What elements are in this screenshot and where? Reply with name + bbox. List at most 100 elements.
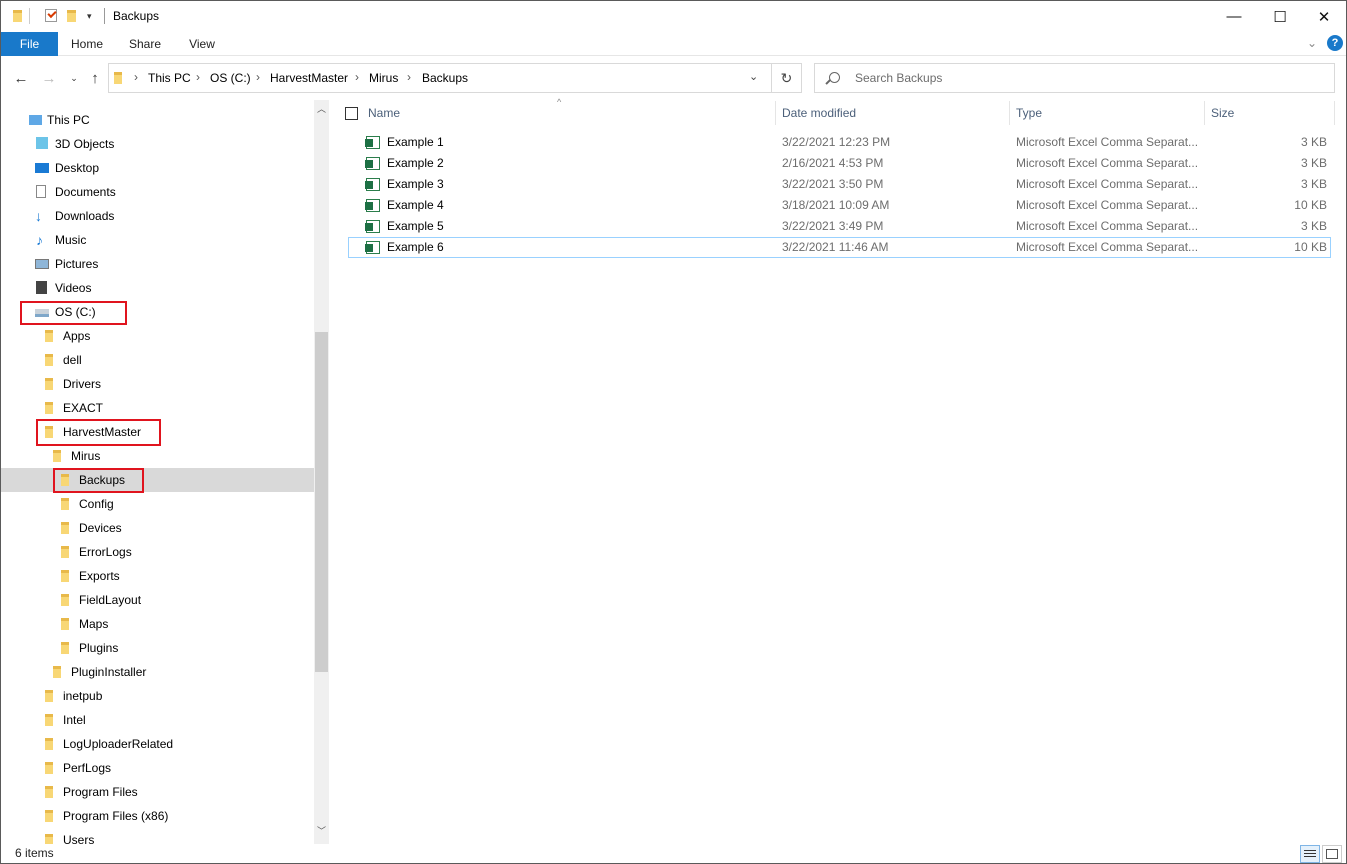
column-header-size[interactable]: Size — [1211, 100, 1331, 126]
folder-icon — [45, 810, 53, 822]
tab-file[interactable]: File — [1, 32, 58, 56]
file-row[interactable]: Example 3 3/22/2021 3:50 PM Microsoft Ex… — [348, 174, 1331, 195]
file-row[interactable]: Example 2 2/16/2021 4:53 PM Microsoft Ex… — [348, 153, 1331, 174]
tab-view[interactable]: View — [178, 32, 226, 56]
sidebar-item-folder[interactable]: Intel — [1, 708, 314, 732]
address-dropdown-icon[interactable]: ⌄ — [749, 70, 758, 83]
new-folder-icon[interactable] — [67, 8, 79, 24]
chevron-right-icon[interactable]: › — [196, 70, 200, 84]
folder-icon — [45, 834, 53, 844]
file-date: 3/18/2021 10:09 AM — [782, 198, 890, 212]
sidebar-item-documents[interactable]: Documents — [1, 180, 314, 204]
file-type: Microsoft Excel Comma Separat... — [1016, 240, 1199, 254]
tab-share[interactable]: Share — [121, 32, 169, 56]
sidebar-item-folder[interactable]: Maps — [1, 612, 314, 636]
scrollbar-thumb[interactable] — [315, 332, 328, 672]
tab-home[interactable]: Home — [63, 32, 111, 56]
sidebar-item-folder[interactable]: Apps — [1, 324, 314, 348]
chevron-right-icon[interactable]: › — [134, 70, 138, 84]
sidebar-item-folder[interactable]: PerfLogs — [1, 756, 314, 780]
file-row[interactable]: Example 5 3/22/2021 3:49 PM Microsoft Ex… — [348, 216, 1331, 237]
scroll-up-icon[interactable]: ︿ — [317, 102, 326, 115]
file-date: 3/22/2021 3:50 PM — [782, 177, 884, 191]
excel-csv-icon — [365, 199, 380, 212]
folder-icon — [45, 762, 53, 774]
highlight-box — [53, 468, 144, 493]
column-divider[interactable] — [1334, 101, 1335, 125]
details-view-button[interactable] — [1300, 845, 1320, 863]
ribbon-tabs: File Home Share View ⌄ ? — [1, 32, 1346, 56]
maximize-button[interactable]: ☐ — [1257, 1, 1303, 32]
breadcrumb-item[interactable]: HarvestMaster — [270, 71, 348, 85]
column-header-type[interactable]: Type — [1016, 100, 1196, 126]
scroll-down-icon[interactable]: ﹀ — [317, 824, 326, 837]
sidebar-item-folder[interactable]: ErrorLogs — [1, 540, 314, 564]
sidebar-item-folder[interactable]: Program Files — [1, 780, 314, 804]
select-all-checkbox[interactable] — [345, 107, 358, 120]
sidebar-item-downloads[interactable]: ↓ Downloads — [1, 204, 314, 228]
chevron-right-icon[interactable]: › — [407, 70, 411, 84]
sidebar-item-folder[interactable]: Config — [1, 492, 314, 516]
sidebar-item-folder[interactable]: dell — [1, 348, 314, 372]
sidebar-item-videos[interactable]: Videos — [1, 276, 314, 300]
file-row[interactable]: Example 4 3/18/2021 10:09 AM Microsoft E… — [348, 195, 1331, 216]
sidebar-item-music[interactable]: ♪ Music — [1, 228, 314, 252]
close-button[interactable]: ✕ — [1301, 1, 1346, 32]
sidebar-item-folder[interactable]: inetpub — [1, 684, 314, 708]
videos-icon — [36, 281, 47, 294]
column-header-name[interactable]: Name — [368, 100, 768, 126]
chevron-right-icon[interactable]: › — [256, 70, 260, 84]
sidebar-item-folder[interactable]: Devices — [1, 516, 314, 540]
minimize-button[interactable]: — — [1211, 1, 1257, 32]
sidebar-item-backups[interactable]: Backups — [1, 468, 314, 492]
sidebar-item-folder[interactable]: Users — [1, 828, 314, 844]
details-view-icon — [1304, 850, 1316, 851]
recent-locations-icon[interactable]: ⌄ — [64, 68, 84, 88]
folder-icon — [45, 378, 53, 390]
download-arrow-icon: ↓ — [35, 208, 42, 224]
search-input[interactable]: Search Backups — [814, 63, 1335, 93]
address-input[interactable]: › This PC › OS (C:) › HarvestMaster › Mi… — [108, 63, 772, 93]
sidebar-item-pictures[interactable]: Pictures — [1, 252, 314, 276]
file-size: 3 KB — [1300, 219, 1327, 233]
nav-scrollbar[interactable]: ︿ ﹀ — [314, 100, 329, 844]
file-name: Example 5 — [387, 219, 444, 233]
sidebar-item-folder[interactable]: PluginInstaller — [1, 660, 314, 684]
file-type: Microsoft Excel Comma Separat... — [1016, 219, 1199, 233]
large-icons-view-button[interactable] — [1322, 845, 1342, 863]
sidebar-item-folder[interactable]: EXACT — [1, 396, 314, 420]
sidebar-item-folder[interactable]: Drivers — [1, 372, 314, 396]
refresh-button[interactable]: ↻ — [772, 63, 802, 93]
expand-ribbon-icon[interactable]: ⌄ — [1307, 36, 1317, 50]
up-arrow-icon[interactable]: ↑ — [85, 68, 105, 88]
file-explorer-window: ▾ Backups — ☐ ✕ File Home Share View ⌄ ?… — [0, 0, 1347, 864]
file-row[interactable]: Example 6 3/22/2021 11:46 AM Microsoft E… — [348, 237, 1331, 258]
sidebar-item-folder[interactable]: Plugins — [1, 636, 314, 660]
sidebar-item-this-pc[interactable]: This PC — [1, 108, 314, 132]
folder-icon — [61, 498, 69, 510]
sidebar-item-desktop[interactable]: Desktop — [1, 156, 314, 180]
column-divider[interactable] — [1009, 101, 1010, 125]
sidebar-item-folder[interactable]: FieldLayout — [1, 588, 314, 612]
sidebar-item-mirus[interactable]: Mirus — [1, 444, 314, 468]
column-divider[interactable] — [1204, 101, 1205, 125]
chevron-right-icon[interactable]: › — [355, 70, 359, 84]
file-row[interactable]: Example 1 3/22/2021 12:23 PM Microsoft E… — [348, 132, 1331, 153]
customize-toolbar-icon[interactable]: ▾ — [87, 8, 97, 24]
forward-arrow-icon[interactable]: → — [39, 68, 59, 88]
help-icon[interactable]: ? — [1327, 35, 1343, 51]
column-divider[interactable] — [775, 101, 776, 125]
breadcrumb-item[interactable]: Mirus — [369, 71, 398, 85]
back-arrow-icon[interactable]: ← — [11, 68, 31, 88]
breadcrumb-item[interactable]: OS (C:) — [210, 71, 251, 85]
sidebar-item-folder[interactable]: Exports — [1, 564, 314, 588]
breadcrumb-item[interactable]: Backups — [422, 71, 468, 85]
sidebar-item-3d-objects[interactable]: 3D Objects — [1, 132, 314, 156]
column-header-date[interactable]: Date modified — [782, 100, 1002, 126]
sidebar-item-folder[interactable]: Program Files (x86) — [1, 804, 314, 828]
folder-icon — [61, 594, 69, 606]
properties-icon[interactable] — [45, 8, 59, 24]
breadcrumb-item[interactable]: This PC — [148, 71, 191, 85]
folder-icon — [45, 402, 53, 414]
sidebar-item-folder[interactable]: LogUploaderRelated — [1, 732, 314, 756]
